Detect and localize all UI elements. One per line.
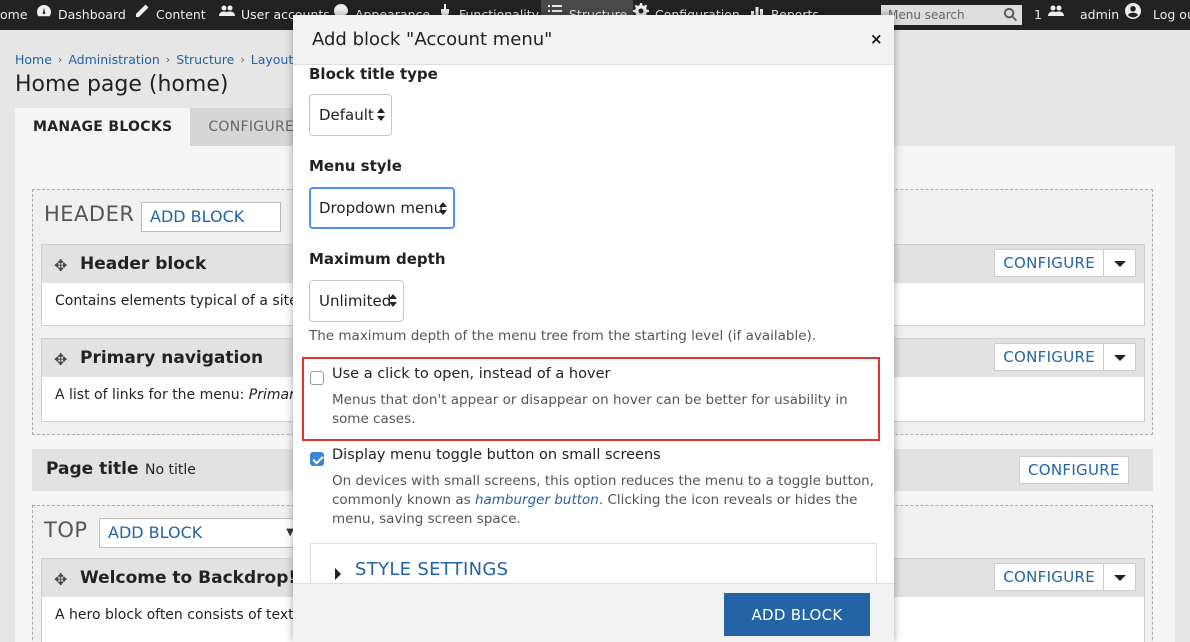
pencil-icon <box>134 0 150 30</box>
add-block-submit-button[interactable]: ADD BLOCK <box>724 593 870 636</box>
page-title-configure-button[interactable]: CONFIGURE <box>1019 456 1129 484</box>
drag-handle-icon[interactable]: ✥ <box>54 570 67 589</box>
breadcrumb-separator: › <box>165 53 171 66</box>
block-actions: CONFIGURE <box>994 563 1136 591</box>
admin-item-content[interactable]: Content <box>134 0 206 30</box>
dialog-footer: ADD BLOCK <box>293 583 894 642</box>
menu-search-input[interactable] <box>881 5 1022 25</box>
page-title-label: Page title <box>46 459 139 479</box>
dialog-header: Add block "Account menu" × <box>293 15 894 65</box>
chevron-down-icon[interactable] <box>1104 249 1136 277</box>
breadcrumb-administration[interactable]: Administration <box>68 52 159 67</box>
drag-handle-icon[interactable]: ✥ <box>54 256 67 275</box>
configure-button[interactable]: CONFIGURE <box>994 563 1104 591</box>
chevron-down-icon[interactable] <box>1104 343 1136 371</box>
caret-right-icon <box>335 568 341 580</box>
toggle-button-checkbox[interactable] <box>310 452 324 466</box>
breadcrumb-home[interactable]: Home <box>15 52 52 67</box>
style-settings-fieldset[interactable]: STYLE SETTINGS <box>310 543 877 583</box>
block-title: Header block <box>80 254 207 274</box>
select-arrows-icon <box>389 294 397 308</box>
users-icon <box>219 0 235 30</box>
block-title: Welcome to Backdrop! <box>80 568 297 588</box>
admin-item-dashboard[interactable]: Dashboard <box>36 0 126 30</box>
top-add-block-button[interactable]: ADD BLOCK ▼ <box>99 518 303 548</box>
dashboard-icon <box>36 0 52 30</box>
page-title-value: No title <box>145 462 196 478</box>
users-online[interactable]: 1 <box>1034 0 1064 30</box>
search-icon[interactable] <box>1003 7 1018 25</box>
user-avatar-icon <box>1125 0 1142 30</box>
tab-manage-blocks[interactable]: MANAGE BLOCKS <box>15 108 191 146</box>
breadcrumb-separator: › <box>57 53 63 66</box>
click-to-open-help: Menus that don't appear or disappear on … <box>332 392 848 427</box>
block-actions: CONFIGURE <box>994 343 1136 371</box>
select-arrows-icon <box>377 108 385 122</box>
add-block-dialog: Add block "Account menu" × Block title t… <box>293 15 894 642</box>
user-menu[interactable]: admin <box>1080 0 1142 30</box>
drag-handle-icon[interactable]: ✥ <box>54 350 67 369</box>
region-header-label: HEADER <box>44 202 135 226</box>
menu-style-label: Menu style <box>309 157 402 175</box>
configure-button[interactable]: CONFIGURE <box>994 343 1104 371</box>
block-title-type-select[interactable]: Default <box>309 94 392 136</box>
breadcrumb: Home › Administration › Structure › Layo… <box>15 52 300 67</box>
toggle-button-help: On devices with small screens, this opti… <box>332 473 875 527</box>
click-to-open-label[interactable]: Use a click to open, instead of a hover <box>332 366 610 382</box>
style-settings-label: STYLE SETTINGS <box>355 559 509 580</box>
close-icon[interactable]: × <box>870 30 883 48</box>
header-add-block-button[interactable]: ADD BLOCK <box>141 202 281 232</box>
maximum-depth-select[interactable]: Unlimited <box>309 280 404 322</box>
block-title-type-label: Block title type <box>309 65 438 83</box>
region-top-label: TOP <box>44 518 88 542</box>
select-arrows-icon <box>439 202 447 216</box>
users-icon <box>1047 0 1064 30</box>
breadcrumb-separator: › <box>240 53 245 66</box>
tabs: MANAGE BLOCKS CONFIGURE <box>15 108 313 146</box>
block-actions: CONFIGURE <box>994 249 1136 277</box>
click-to-open-checkbox[interactable] <box>310 371 324 385</box>
maximum-depth-help: The maximum depth of the menu tree from … <box>309 328 817 344</box>
configure-button[interactable]: CONFIGURE <box>994 249 1104 277</box>
dialog-title: Add block "Account menu" <box>312 29 553 50</box>
toggle-button-label[interactable]: Display menu toggle button on small scre… <box>332 447 661 463</box>
breadcrumb-structure[interactable]: Structure <box>176 52 234 67</box>
hamburger-button-link[interactable]: hamburger button <box>475 492 599 508</box>
maximum-depth-label: Maximum depth <box>309 250 446 268</box>
dialog-body: Block title type Default Menu style Drop… <box>293 65 894 583</box>
logout-link[interactable]: Log ou <box>1153 0 1190 30</box>
chevron-down-icon[interactable] <box>1104 563 1136 591</box>
block-title: Primary navigation <box>80 348 264 368</box>
page-title: Home page (home) <box>15 72 229 97</box>
menu-style-select[interactable]: Dropdown menu <box>309 187 455 229</box>
admin-item-home[interactable]: ome <box>0 0 28 30</box>
